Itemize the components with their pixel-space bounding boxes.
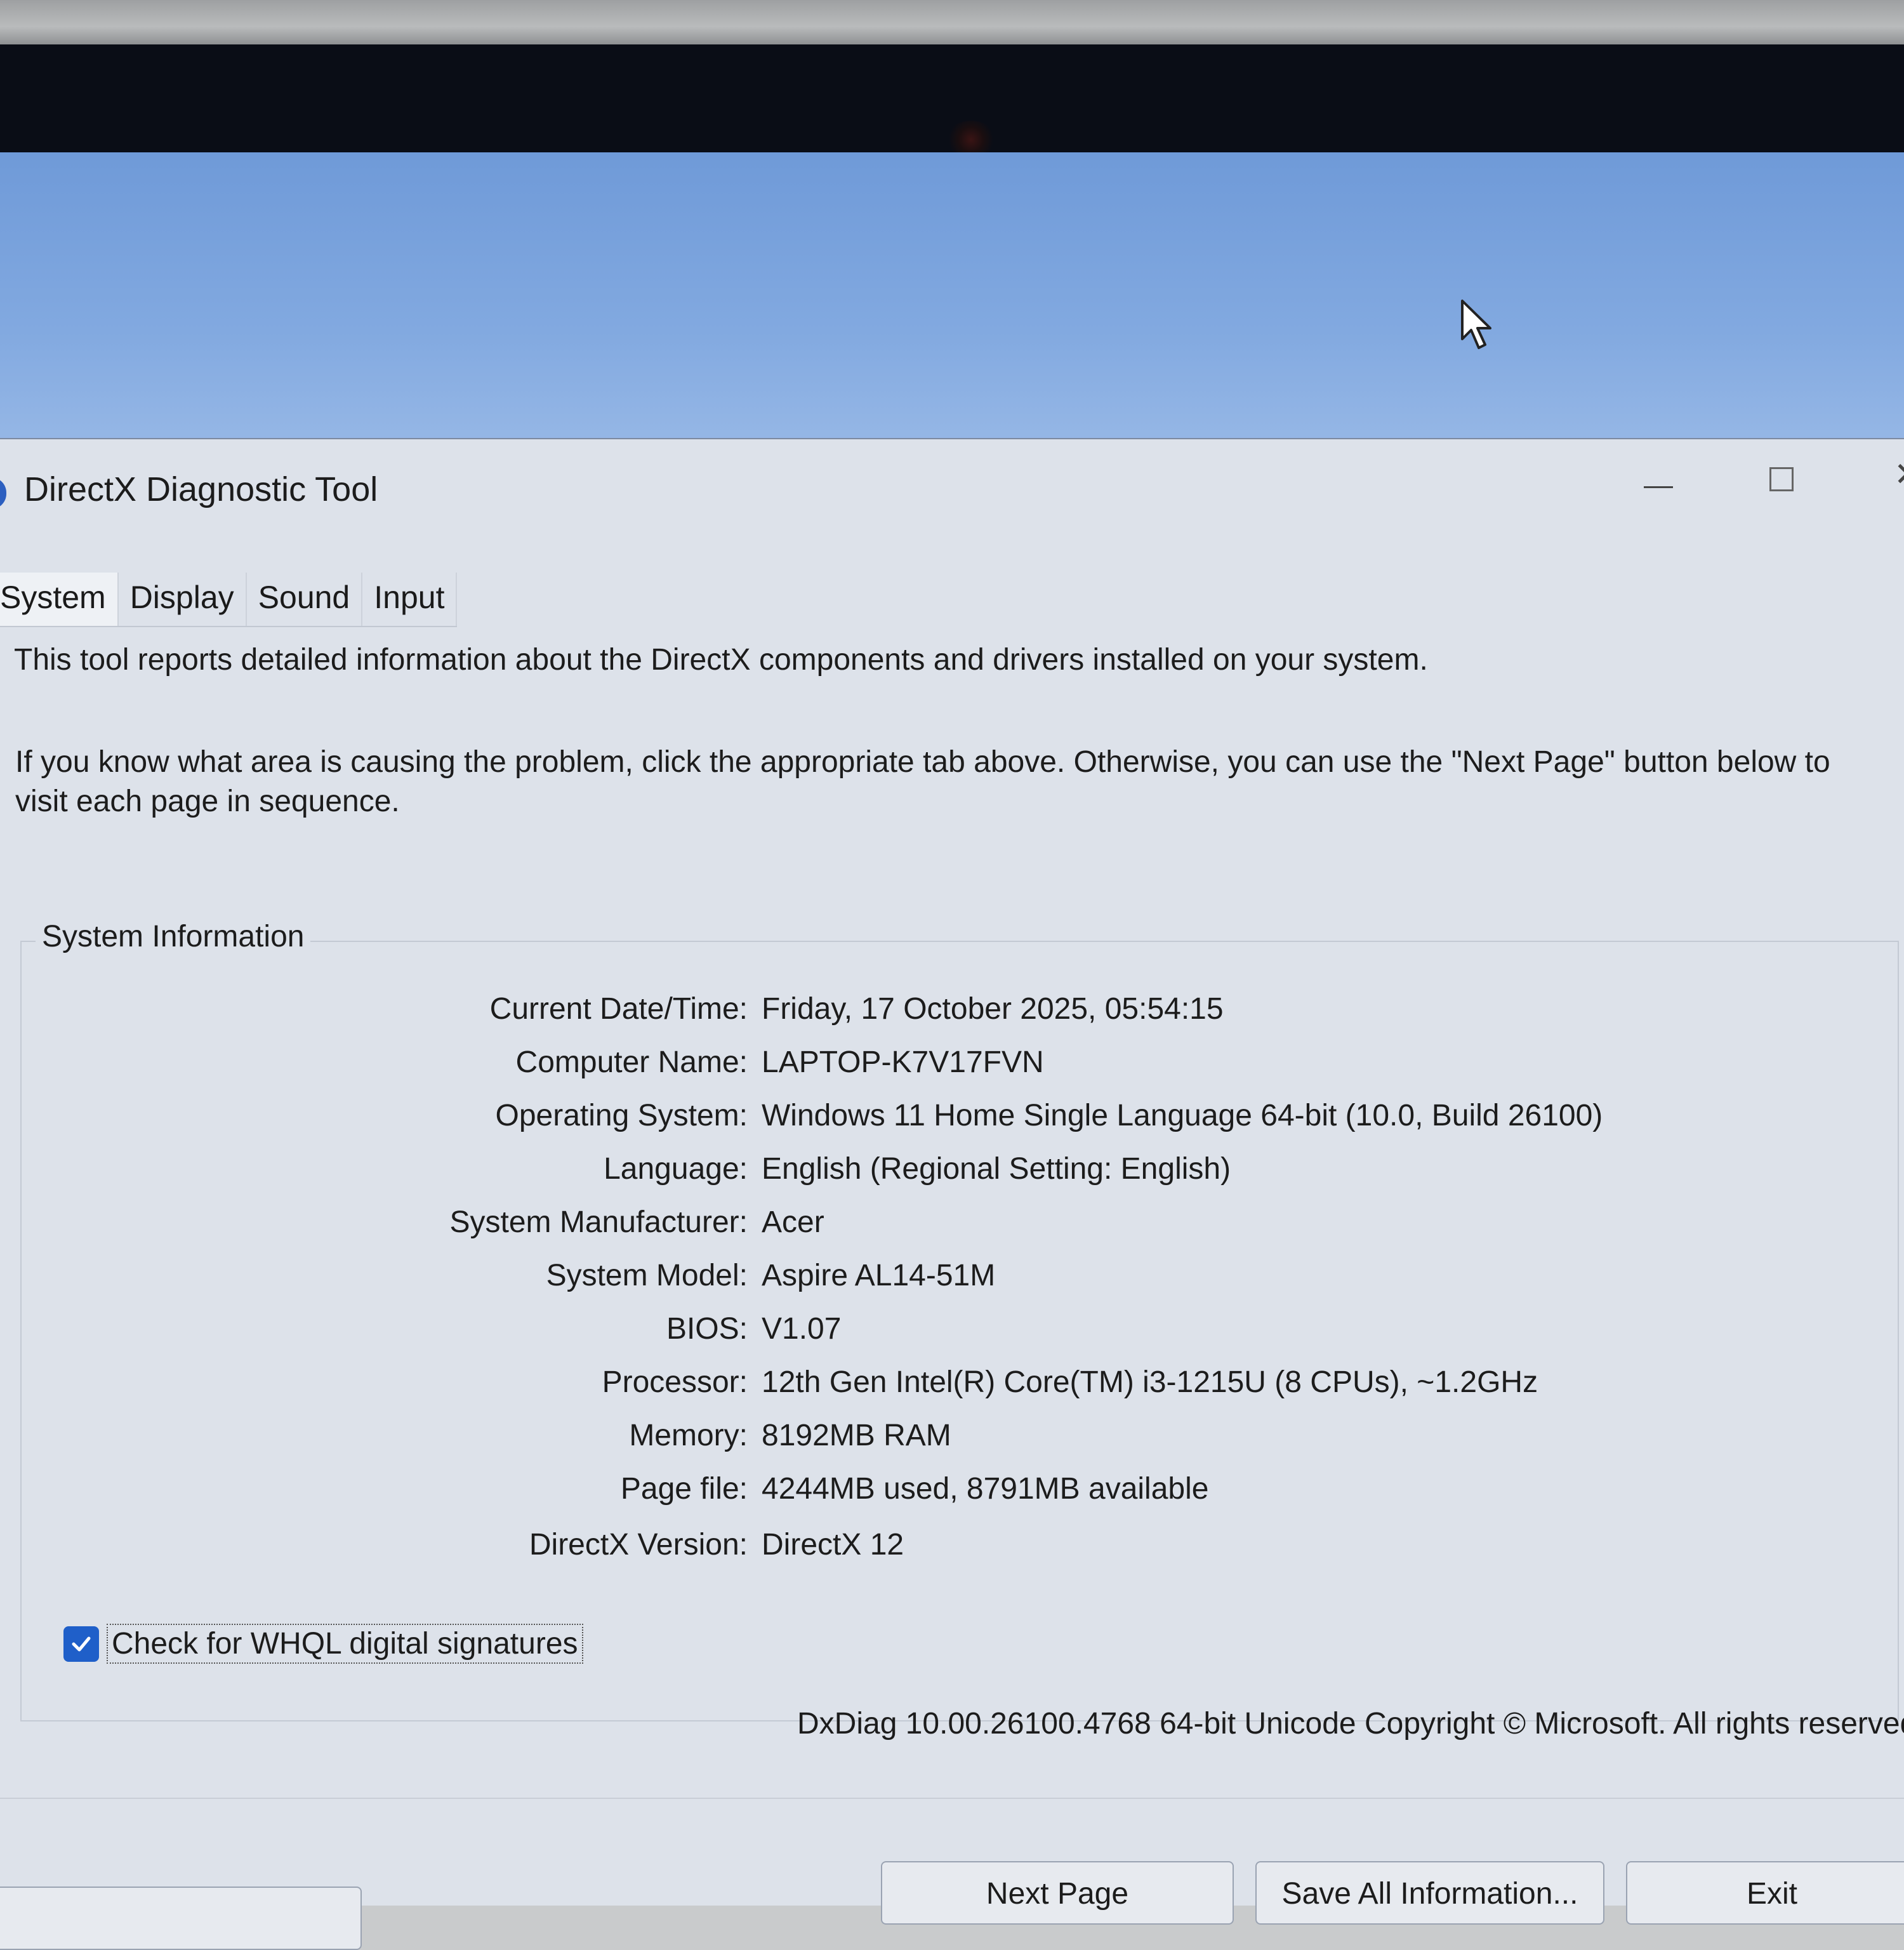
group-legend: System Information (36, 919, 311, 954)
info-value: Windows 11 Home Single Language 64-bit (… (762, 1099, 1603, 1132)
info-row-memory: Memory: 8192MB RAM (0, 1418, 1777, 1462)
window-title: DirectX Diagnostic Tool (24, 470, 378, 508)
info-value: English (Regional Setting: English) (762, 1152, 1231, 1186)
info-row-computer-name: Computer Name: LAPTOP-K7V17FVN (0, 1045, 1777, 1089)
info-value: 8192MB RAM (762, 1419, 951, 1452)
directx-app-icon (0, 477, 6, 509)
info-label: DirectX Version: (529, 1528, 748, 1562)
info-row-language: Language: English (Regional Setting: Eng… (0, 1151, 1777, 1196)
tab-strip: System Display Sound Input (0, 573, 458, 627)
whql-checkbox-control[interactable]: Check for WHQL digital signatures (63, 1624, 583, 1664)
intro-text: This tool reports detailed information a… (14, 643, 1428, 677)
desktop-wallpaper (0, 152, 1904, 657)
info-label: Language: (604, 1152, 748, 1186)
info-label: Operating System: (495, 1099, 748, 1132)
dxdiag-window: DirectX Diagnostic Tool ✕ System Display… (0, 438, 1904, 1950)
info-row-page-file: Page file: 4244MB used, 8791MB available (0, 1471, 1777, 1516)
title-bar[interactable]: DirectX Diagnostic Tool ✕ (0, 439, 1904, 528)
tab-display[interactable]: Display (119, 573, 247, 626)
info-label: System Manufacturer: (449, 1205, 748, 1239)
info-label: Processor: (602, 1365, 748, 1399)
monitor-bezel (0, 44, 1904, 159)
mouse-pointer-icon (1460, 298, 1498, 355)
help-button[interactable] (0, 1887, 362, 1950)
close-button[interactable]: ✕ (1894, 458, 1904, 491)
info-row-date: Current Date/Time: Friday, 17 October 20… (0, 992, 1777, 1036)
exit-button[interactable]: Exit (1626, 1861, 1904, 1925)
info-label: Current Date/Time: (489, 992, 748, 1026)
footer-divider (0, 1798, 1904, 1799)
tab-sound[interactable]: Sound (247, 573, 363, 626)
info-value: LAPTOP-K7V17FVN (762, 1045, 1044, 1079)
info-value: 4244MB used, 8791MB available (762, 1472, 1209, 1506)
info-label: BIOS: (666, 1312, 748, 1346)
info-value: 12th Gen Intel(R) Core(TM) i3-1215U (8 C… (762, 1365, 1538, 1399)
info-value: Friday, 17 October 2025, 05:54:15 (762, 992, 1224, 1026)
screen-top-edge (0, 0, 1904, 44)
info-label: System Model: (546, 1259, 748, 1292)
info-value: Acer (762, 1205, 824, 1239)
whql-checkbox[interactable] (63, 1626, 99, 1662)
save-all-information-button[interactable]: Save All Information... (1255, 1861, 1604, 1925)
instructions-text: If you know what area is causing the pro… (15, 745, 1830, 818)
info-row-processor: Processor: 12th Gen Intel(R) Core(TM) i3… (0, 1365, 1777, 1409)
checkmark-icon (72, 1636, 91, 1651)
info-row-manufacturer: System Manufacturer: Acer (0, 1205, 1777, 1249)
tab-input[interactable]: Input (362, 573, 458, 626)
info-row-model: System Model: Aspire AL14-51M (0, 1258, 1777, 1303)
info-value: Aspire AL14-51M (762, 1259, 996, 1292)
info-label: Computer Name: (515, 1045, 748, 1079)
whql-label[interactable]: Check for WHQL digital signatures (107, 1624, 583, 1664)
next-page-button[interactable]: Next Page (881, 1861, 1234, 1925)
info-row-os: Operating System: Windows 11 Home Single… (0, 1098, 1777, 1143)
maximize-button[interactable] (1769, 467, 1794, 491)
tab-system[interactable]: System (0, 573, 119, 626)
info-value: DirectX 12 (762, 1528, 904, 1562)
copyright-text: DxDiag 10.00.26100.4768 64-bit Unicode C… (797, 1707, 1904, 1741)
info-row-directx-version: DirectX Version: DirectX 12 (0, 1527, 1777, 1572)
info-label: Memory: (629, 1419, 748, 1452)
info-value: V1.07 (762, 1312, 842, 1346)
info-label: Page file: (620, 1472, 748, 1506)
info-row-bios: BIOS: V1.07 (0, 1311, 1777, 1356)
minimize-button[interactable] (1644, 486, 1673, 488)
